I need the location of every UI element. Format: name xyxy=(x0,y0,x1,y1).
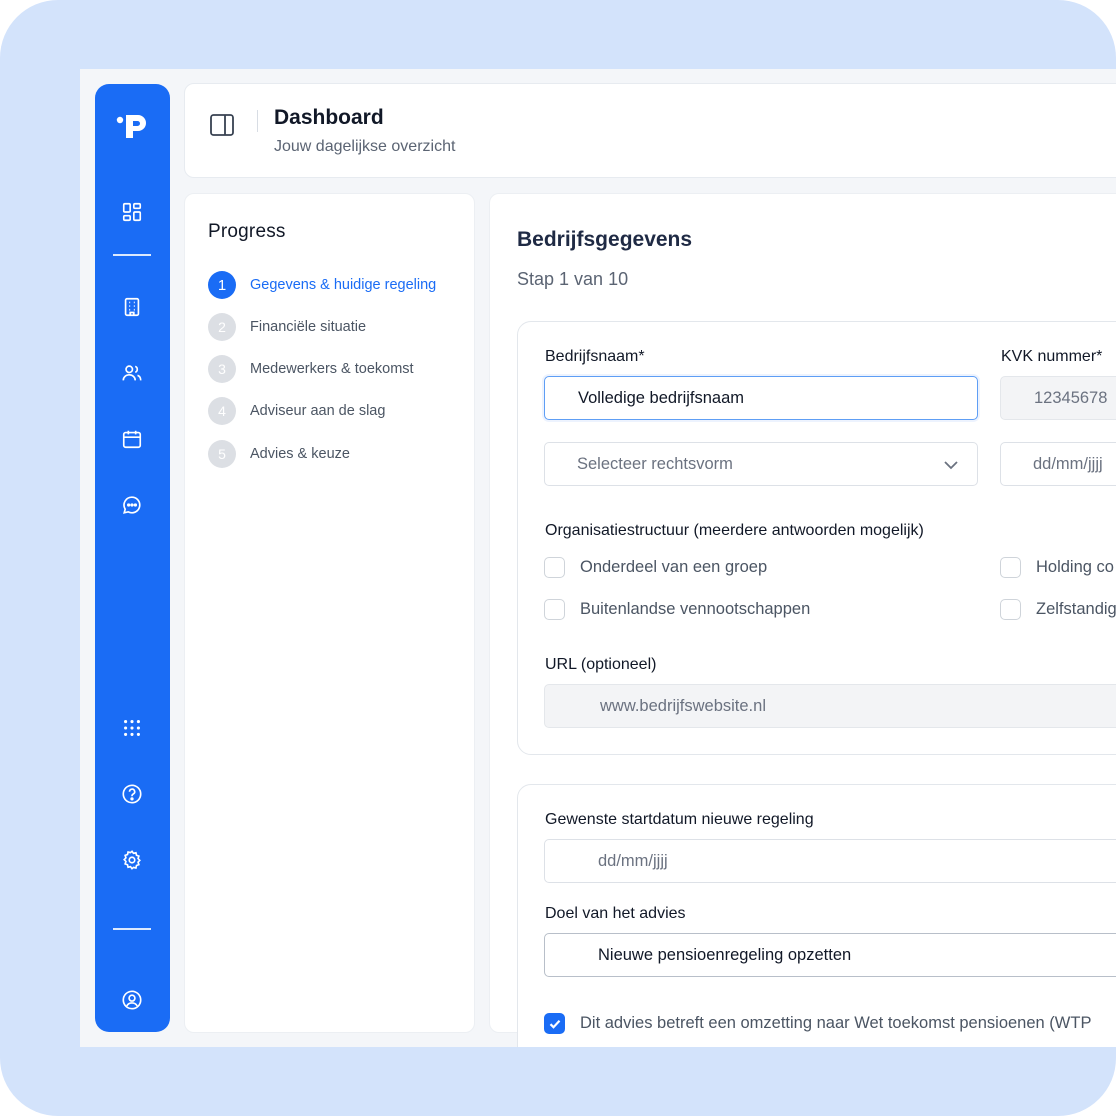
date-input[interactable]: dd/mm/jjjj xyxy=(1000,442,1116,486)
progress-step-2[interactable]: 2 Financiële situatie xyxy=(208,313,366,341)
building-icon[interactable] xyxy=(120,295,144,319)
step-label: Advies & keuze xyxy=(250,446,350,462)
start-date-label: Gewenste startdatum nieuwe regeling xyxy=(545,811,814,828)
checkbox-group-member[interactable]: Onderdeel van een groep xyxy=(544,557,767,578)
goal-select[interactable]: Nieuwe pensioenregeling opzetten xyxy=(544,933,1116,977)
checkbox-label: Zelfstandig xyxy=(1036,600,1116,618)
progress-step-5[interactable]: 5 Advies & keuze xyxy=(208,440,350,468)
page-title: Dashboard xyxy=(274,106,384,129)
progress-step-1[interactable]: 1 Gegevens & huidige regeling xyxy=(208,271,436,299)
header-separator xyxy=(257,110,258,132)
step-number: 1 xyxy=(208,271,236,299)
goal-label: Doel van het advies xyxy=(545,905,686,922)
p-logo-icon[interactable] xyxy=(114,107,152,143)
checkbox-label: Holding co xyxy=(1036,558,1114,576)
legal-form-placeholder: Selecteer rechtsvorm xyxy=(577,454,733,473)
progress-title: Progress xyxy=(208,221,286,242)
step-number: 2 xyxy=(208,313,236,341)
app-window: Dashboard Jouw dagelijkse overzicht Prog… xyxy=(80,69,1116,1047)
sidebar-divider xyxy=(113,928,151,930)
chevron-down-icon xyxy=(944,461,958,470)
checkbox[interactable] xyxy=(1000,557,1021,578)
step-label: Adviseur aan de slag xyxy=(250,403,386,419)
wtp-checkbox-row[interactable]: Dit advies betreft een omzetting naar We… xyxy=(544,1013,1091,1034)
calendar-icon[interactable] xyxy=(120,427,144,451)
users-icon[interactable] xyxy=(120,361,144,385)
settings-icon[interactable] xyxy=(120,848,144,872)
step-label: Gegevens & huidige regeling xyxy=(250,277,437,293)
step-label: Medewerkers & toekomst xyxy=(250,361,414,377)
checkbox-label: Buitenlandse vennootschappen xyxy=(580,600,811,618)
checkbox-foreign-companies[interactable]: Buitenlandse vennootschappen xyxy=(544,599,810,620)
sidebar xyxy=(95,84,170,1032)
progress-step-4[interactable]: 4 Adviseur aan de slag xyxy=(208,397,385,425)
checkbox-label: Onderdeel van een groep xyxy=(580,558,768,576)
advice-section: Gewenste startdatum nieuwe regeling dd/m… xyxy=(517,784,1116,1047)
checkbox[interactable] xyxy=(1000,599,1021,620)
sidebar-divider xyxy=(113,254,151,256)
help-icon[interactable] xyxy=(120,782,144,806)
sidebar-toggle-icon[interactable] xyxy=(209,112,235,138)
progress-panel: Progress 1 Gegevens & huidige regeling 2… xyxy=(184,193,475,1033)
checkbox-label: Dit advies betreft een omzetting naar We… xyxy=(580,1014,1092,1032)
legal-form-select[interactable]: Selecteer rechtsvorm xyxy=(544,442,978,486)
step-indicator: Stap 1 van 10 xyxy=(517,269,629,289)
chat-icon[interactable] xyxy=(120,493,144,517)
checkbox-independent[interactable]: Zelfstandig xyxy=(1000,599,1116,620)
form-panel: Bedrijfsgegevens Stap 1 van 10 Bedrijfsn… xyxy=(489,193,1116,1047)
company-name-input[interactable]: Volledige bedrijfsnaam xyxy=(544,376,978,420)
outer-frame: Dashboard Jouw dagelijkse overzicht Prog… xyxy=(0,0,1116,1116)
step-number: 5 xyxy=(208,440,236,468)
check-icon xyxy=(549,1019,560,1029)
step-number: 3 xyxy=(208,355,236,383)
apps-grid-icon[interactable] xyxy=(120,716,144,740)
company-details-section: Bedrijfsnaam* Volledige bedrijfsnaam KVK… xyxy=(517,321,1116,755)
kvk-input[interactable]: 12345678 xyxy=(1000,376,1116,420)
user-profile-icon[interactable] xyxy=(120,988,144,1012)
kvk-label: KVK nummer* xyxy=(1001,348,1103,365)
url-input[interactable]: www.bedrijfswebsite.nl xyxy=(544,684,1116,728)
org-structure-label: Organisatiestructuur (meerdere antwoorde… xyxy=(545,522,924,539)
start-date-input[interactable]: dd/mm/jjjj xyxy=(544,839,1116,883)
checkbox-holding[interactable]: Holding co xyxy=(1000,557,1114,578)
form-title: Bedrijfsgegevens xyxy=(517,228,693,251)
page-header: Dashboard Jouw dagelijkse overzicht xyxy=(184,83,1116,178)
dashboard-grid-icon[interactable] xyxy=(120,200,144,224)
checkbox[interactable] xyxy=(544,1013,565,1034)
url-label: URL (optioneel) xyxy=(545,656,657,673)
progress-step-3[interactable]: 3 Medewerkers & toekomst xyxy=(208,355,414,383)
page-subtitle: Jouw dagelijkse overzicht xyxy=(274,138,456,155)
step-number: 4 xyxy=(208,397,236,425)
company-name-label: Bedrijfsnaam* xyxy=(545,348,645,365)
step-label: Financiële situatie xyxy=(250,319,367,335)
checkbox[interactable] xyxy=(544,599,565,620)
checkbox[interactable] xyxy=(544,557,565,578)
